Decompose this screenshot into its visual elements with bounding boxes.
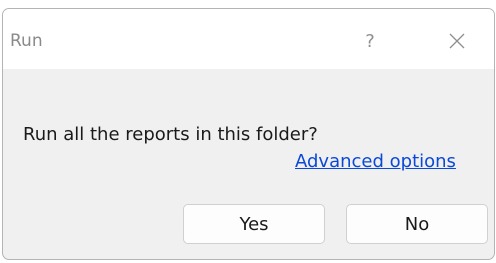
help-button[interactable]: ?: [345, 23, 395, 59]
dialog-message: Run all the reports in this folder?: [23, 124, 318, 145]
window-title: Run: [10, 31, 43, 51]
title-bar: Run ?: [3, 9, 494, 69]
no-button[interactable]: No: [346, 204, 488, 244]
close-button[interactable]: [429, 23, 485, 59]
yes-button[interactable]: Yes: [183, 204, 325, 244]
close-icon: [449, 33, 465, 49]
advanced-options-link[interactable]: Advanced options: [295, 151, 456, 173]
run-dialog: Run ? Run all the reports in this folder…: [2, 8, 495, 260]
